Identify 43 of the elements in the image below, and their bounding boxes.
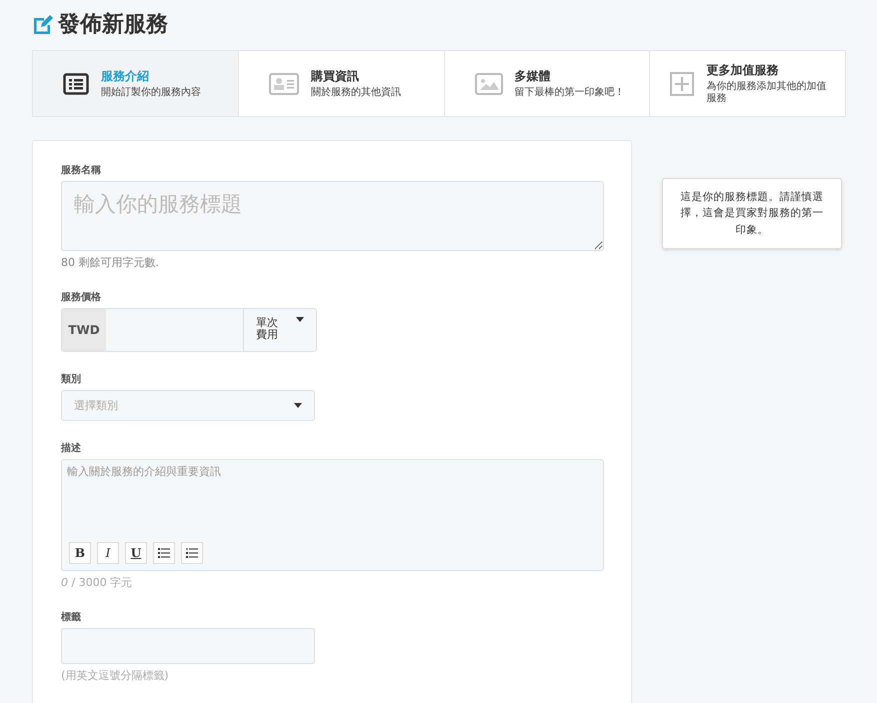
numbered-list-button[interactable] [181, 542, 203, 564]
description-editor[interactable]: 輸入關於服務的介紹與重要資訊 B I U [61, 459, 604, 571]
underline-button[interactable]: U [125, 542, 147, 564]
editor-placeholder: 輸入關於服務的介紹與重要資訊 [67, 464, 222, 479]
step-tab[interactable]: 購買資訊 關於服務的其他資訊 [238, 51, 444, 116]
step-title: 購買資訊 [310, 68, 360, 85]
bullet-list-icon [158, 548, 170, 558]
list-icon [63, 72, 89, 94]
step-tab[interactable]: 多媒體 留下最棒的第一印象吧！ [444, 51, 650, 116]
field-label: 類別 [61, 372, 81, 386]
currency-addon: TWD [62, 309, 106, 351]
step-title: 多媒體 [514, 68, 552, 85]
step-title: 更多加值服務 [706, 62, 780, 79]
tags-field[interactable] [61, 628, 315, 664]
step-title: 服務介紹 [101, 68, 150, 85]
caret-icon [296, 317, 304, 322]
step-subtitle: 為你的服務添加其他的加值服務 [706, 81, 828, 105]
caret-icon [294, 403, 302, 408]
page-title: 發佈新服務 [32, 8, 168, 40]
tooltip: 這是你的服務標題。請謹慎選擇，這會是買家對服務的第一印象。 [662, 178, 842, 249]
step-subtitle: 開始訂製你的服務內容 [101, 87, 201, 99]
field-hint: (用英文逗號分隔標籤) [61, 668, 169, 683]
step-tab[interactable]: 更多加值服務 為你的服務添加其他的加值服務 [650, 51, 845, 116]
bold-button[interactable]: B [69, 542, 91, 564]
edit-icon [32, 14, 54, 34]
step-subtitle: 關於服務的其他資訊 [310, 87, 401, 99]
price-field[interactable] [106, 309, 244, 351]
field-label: 服務價格 [61, 290, 101, 304]
numbered-list-icon [186, 548, 198, 558]
char-count: 0 / 3000 字元 [61, 575, 132, 590]
field-label: 服務名稱 [61, 164, 101, 177]
plus-icon [670, 72, 694, 96]
field-label: 描述 [61, 442, 81, 455]
image-icon [474, 72, 502, 94]
field-label: 標籤 [61, 610, 81, 624]
billing-dropdown[interactable]: 單次費用 [244, 309, 316, 351]
step-subtitle: 留下最棒的第一印象吧！ [514, 87, 624, 99]
italic-button[interactable]: I [97, 542, 119, 564]
id-card-icon [268, 72, 299, 94]
bullet-list-button[interactable] [153, 542, 175, 564]
step-tab[interactable]: 服務介紹 開始訂製你的服務內容 [33, 51, 239, 116]
char-count: 80 剩餘可用字元數. [61, 255, 159, 270]
title-field[interactable]: 輸入你的服務標題 [61, 181, 604, 251]
